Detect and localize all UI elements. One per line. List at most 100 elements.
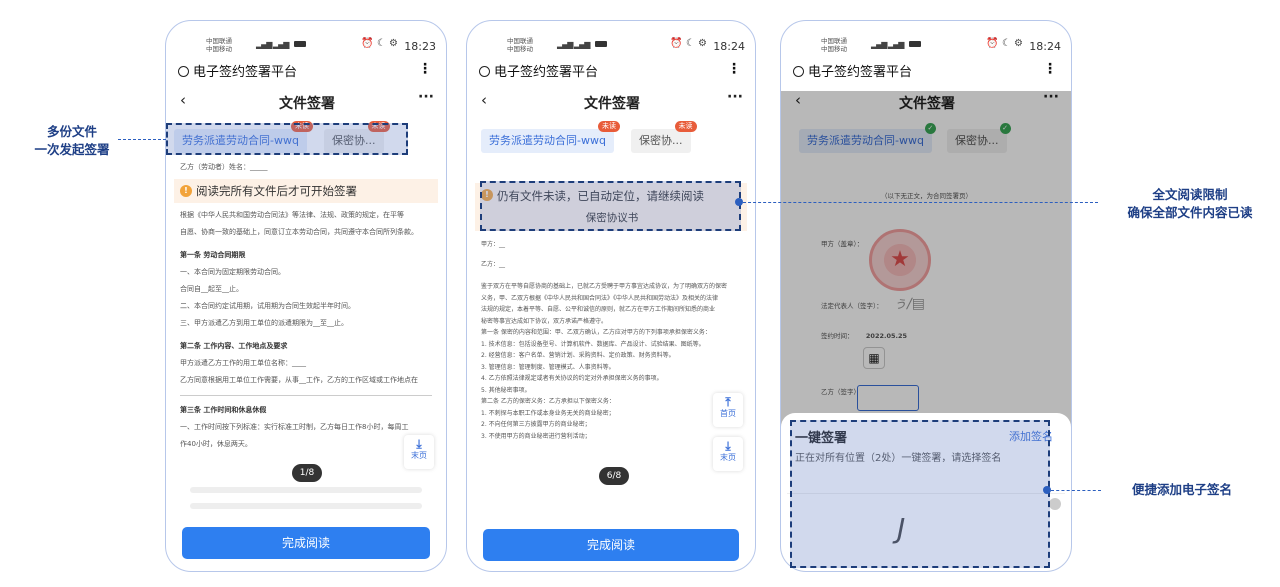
doc-line: 秘密等事宜达成如下协议，双方承诺严格遵守。 — [481, 317, 608, 325]
tab-doc1[interactable]: 劳务派遣劳动合同-wwq 未读 — [481, 121, 620, 153]
more-icon[interactable]: ··· — [727, 89, 743, 105]
info-icon: ! — [180, 185, 192, 197]
signal-icon: ▂▄▆ ▂▄▆ — [256, 40, 289, 49]
carrier-label: 中国移动 — [206, 45, 232, 53]
nav-bar: ‹ 文件签署 ··· — [479, 89, 745, 115]
doc-line: 义务，甲、乙双方根据《中华人民共和国合同法》《中华人民共和国劳动法》及相关的法律 — [481, 294, 719, 302]
page-indicator: 6/8 — [599, 467, 629, 485]
carrier-label: 中国联通 — [821, 37, 847, 45]
clock: 18:24 — [713, 40, 745, 53]
highlight-doc-tabs — [166, 123, 408, 155]
search-icon[interactable] — [178, 66, 189, 77]
jump-end-button[interactable]: ⤓ 末页 — [404, 435, 434, 469]
more-icon[interactable]: ··· — [418, 89, 434, 105]
clock: 18:23 — [404, 40, 436, 53]
feature-showcase: 中国联通 中国移动 ▂▄▆ ▂▄▆ ⏰ ☾ ⚙ 18:23 电子签约签署平台 ⋮ … — [0, 0, 1280, 587]
finish-reading-button[interactable]: 完成阅读 — [182, 527, 430, 559]
callout-multi-doc: 多份文件 一次发起签署 — [34, 124, 110, 157]
status-bar: 中国联通 中国移动 ▂▄▆ ▂▄▆ ⏰ ☾ ⚙ 18:23 — [166, 27, 446, 61]
carrier-label: 中国联通 — [507, 37, 533, 45]
arrow-down-icon: ⤓ — [725, 439, 731, 453]
doc-line: 作40小时，休息两天。 — [180, 440, 252, 448]
status-icons: ⏰ ☾ ⚙ — [361, 38, 398, 49]
menu-icon[interactable]: ⋮ — [727, 61, 741, 77]
carrier-label: 中国移动 — [507, 45, 533, 53]
doc-line: 自愿、协商一致的基础上，同意订立本劳动合同，共同遵守本合同所列条款。 — [180, 228, 418, 236]
doc-line: 乙方同意根据用工单位工作需要，从事__工作，乙方的工作区域或工作地点在 — [180, 376, 418, 384]
app-header: 电子签约签署平台 ⋮ — [178, 61, 436, 83]
finish-reading-button[interactable]: 完成阅读 — [483, 529, 739, 561]
radio-icon[interactable] — [1049, 498, 1061, 510]
highlight-notice — [480, 181, 741, 231]
callout-add-signature: 便捷添加电子签名 — [1131, 482, 1232, 497]
connector-line — [1051, 490, 1101, 491]
doc-line: 1. 技术信息：包括设备型号、计算机软件、数据库、产品设计、试验结果、图纸等。 — [481, 340, 705, 348]
doc-line: 根据《中华人民共和国劳动合同法》等法律、法规、政策的规定，在平等 — [180, 211, 404, 219]
doc-line: 一、本合同为固定期限劳动合同。 — [180, 268, 285, 276]
signal-icon: ▂▄▆ ▂▄▆ — [557, 40, 590, 49]
app-header: 电子签约签署平台 ⋮ — [479, 61, 745, 83]
status-bar: 中国联通 中国移动 ▂▄▆ ▂▄▆ ⏰ ☾ ⚙ 18:24 — [781, 27, 1071, 61]
doc-line: 甲方派遣乙方工作的用工单位名称：____ — [180, 359, 306, 367]
doc-heading: 第二条 工作内容、工作地点及要求 — [180, 342, 288, 350]
doc-body: 甲方：__ 乙方：__ 鉴于双方在平等自愿协商的基础上，已就乙方受聘于甲方事宜达… — [481, 235, 741, 442]
arrow-down-icon: ⤓ — [416, 437, 422, 451]
doc-heading: 第一条 劳动合同期限 — [180, 251, 246, 259]
battery-icon — [294, 41, 306, 47]
doc-preview: 乙方（劳动者）姓名：_____ — [180, 159, 432, 176]
connector-line — [118, 139, 166, 140]
page-title: 文件签署 — [279, 96, 335, 112]
app-header: 电子签约签署平台 ⋮ — [793, 61, 1061, 83]
search-icon[interactable] — [793, 66, 804, 77]
unread-badge: 未读 — [597, 121, 620, 132]
doc-line: 甲方：__ — [481, 241, 506, 248]
app-title: 电子签约签署平台 — [494, 65, 599, 80]
unread-badge: 未读 — [674, 121, 697, 132]
page-indicator: 1/8 — [292, 464, 322, 482]
battery-icon — [909, 41, 921, 47]
doc-line: 1. 不刺探与本职工作或本身业务无关的商业秘密； — [481, 409, 615, 417]
doc-line: 3. 不使用甲方的商业秘密进行营利活动； — [481, 432, 591, 440]
search-icon[interactable] — [479, 66, 490, 77]
app-title: 电子签约签署平台 — [808, 65, 913, 80]
signal-icon: ▂▄▆ ▂▄▆ — [871, 40, 904, 49]
connector-line — [743, 202, 1098, 203]
doc-tabs: 劳务派遣劳动合同-wwq 未读 保密协... 未读 — [475, 121, 747, 155]
placeholder-line — [190, 487, 422, 493]
connector-dot — [735, 198, 743, 206]
doc-line: 第一条 保密的内容和范围：甲、乙双方确认，乙方应对甲方的下列事项承担保密义务： — [481, 329, 711, 336]
page-title: 文件签署 — [584, 96, 640, 112]
doc-line: 4. 乙方依照法律规定或者有关协议的约定对外承担保密义务的事项。 — [481, 375, 663, 382]
doc-line: 2. 不向任何第三方披露甲方的商业秘密； — [481, 421, 591, 428]
app-title: 电子签约签署平台 — [193, 65, 298, 80]
battery-icon — [595, 41, 607, 47]
doc-line: 合同自__起至__止。 — [180, 285, 243, 293]
doc-heading: 第三条 工作时间和休息休假 — [180, 406, 267, 414]
carrier-label: 中国移动 — [821, 45, 847, 53]
doc-line: 3. 管理信息：管理制度、管理模式、人事资料等。 — [481, 363, 615, 371]
doc-line: 三、甲方派遣乙方到用工单位的派遣期限为__至__止。 — [180, 319, 348, 327]
tab-doc2[interactable]: 保密协... 未读 — [631, 121, 697, 153]
doc-line: 5. 其他秘密事项。 — [481, 386, 531, 394]
highlight-sign-sheet — [790, 420, 1050, 568]
doc-line: 法规的规定，本着平等、自愿、公平和诚信的原则，就乙方在甲方工作期间所知悉的商业 — [481, 306, 716, 313]
jump-end-button[interactable]: ⤓ 末页 — [713, 437, 743, 471]
phone-screen-1: 中国联通 中国移动 ▂▄▆ ▂▄▆ ⏰ ☾ ⚙ 18:23 电子签约签署平台 ⋮ … — [165, 20, 447, 572]
jump-home-button[interactable]: ⤒ 首页 — [713, 393, 743, 427]
doc-line: 2. 经营信息：客户名单、营销计划、采购资料、定价政策、财务资料等。 — [481, 352, 675, 359]
phone-screen-2: 中国联通 中国移动 ▂▄▆ ▂▄▆ ⏰ ☾ ⚙ 18:24 电子签约签署平台 ⋮ … — [466, 20, 756, 572]
connector-dot — [1043, 486, 1051, 494]
placeholder-line — [190, 503, 422, 509]
doc-line: 乙方（劳动者）姓名：_____ — [180, 163, 268, 171]
arrow-up-icon: ⤒ — [725, 395, 731, 409]
status-icons: ⏰ ☾ ⚙ — [670, 38, 707, 49]
menu-icon[interactable]: ⋮ — [418, 61, 432, 77]
menu-icon[interactable]: ⋮ — [1043, 61, 1057, 77]
clock: 18:24 — [1029, 40, 1061, 53]
divider — [180, 395, 432, 396]
doc-line: 一、工作时间按下列标准：实行标准工时制，乙方每日工作8小时，每周工 — [180, 423, 409, 431]
doc-line: 乙方：__ — [481, 261, 506, 268]
doc-line: 第二条 乙方的保密义务：乙方承担以下保密义务： — [481, 398, 615, 405]
doc-line: 鉴于双方在平等自愿协商的基础上，已就乙方受聘于甲方事宜达成协议，为了明确双方的保… — [481, 283, 728, 290]
callout-read-limit: 全文阅读限制 确保全部文件内容已读 — [1127, 187, 1253, 220]
